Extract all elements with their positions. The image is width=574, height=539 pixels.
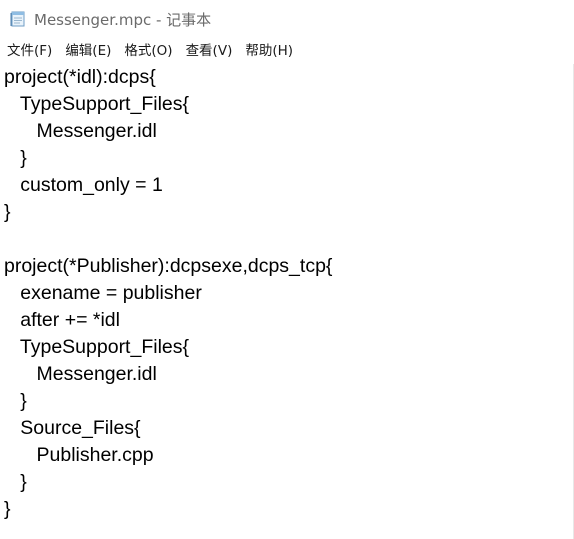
editor-line: project(*Publisher):dcpsexe,dcps_tcp{: [4, 255, 333, 277]
text-editor[interactable]: project(*idl):dcps{ TypeSupport_Files{ M…: [0, 64, 573, 539]
notepad-window: Messenger.mpc - 记事本 文件(F) 编辑(E) 格式(O) 查看…: [0, 0, 574, 539]
editor-line: Publisher.cpp: [4, 444, 154, 466]
title-bar[interactable]: Messenger.mpc - 记事本: [0, 0, 574, 38]
editor-line: Messenger.idl: [4, 120, 157, 142]
editor-line: TypeSupport_Files{: [4, 93, 190, 115]
editor-line: }: [4, 147, 27, 169]
editor-line: TypeSupport_Files{: [4, 336, 190, 358]
editor-line: Source_Files{: [4, 417, 141, 439]
editor-line: Messenger.idl: [4, 363, 157, 385]
notepad-icon: [9, 11, 27, 27]
window-title: Messenger.mpc - 记事本: [34, 11, 212, 29]
menu-bar: 文件(F) 编辑(E) 格式(O) 查看(V) 帮助(H): [0, 38, 574, 64]
editor-line: }: [4, 390, 27, 412]
menu-file[interactable]: 文件(F): [7, 41, 52, 61]
menu-view[interactable]: 查看(V): [186, 41, 233, 61]
menu-format[interactable]: 格式(O): [124, 41, 172, 61]
menu-edit[interactable]: 编辑(E): [65, 41, 111, 61]
editor-line: }: [4, 471, 27, 493]
editor-line: }: [4, 201, 11, 223]
menu-help[interactable]: 帮助(H): [245, 41, 293, 61]
editor-line: after += *idl: [4, 309, 120, 331]
editor-line: exename = publisher: [4, 282, 202, 304]
editor-line: }: [4, 498, 11, 520]
editor-line: project(*idl):dcps{: [4, 66, 156, 88]
editor-line: custom_only = 1: [4, 174, 163, 196]
